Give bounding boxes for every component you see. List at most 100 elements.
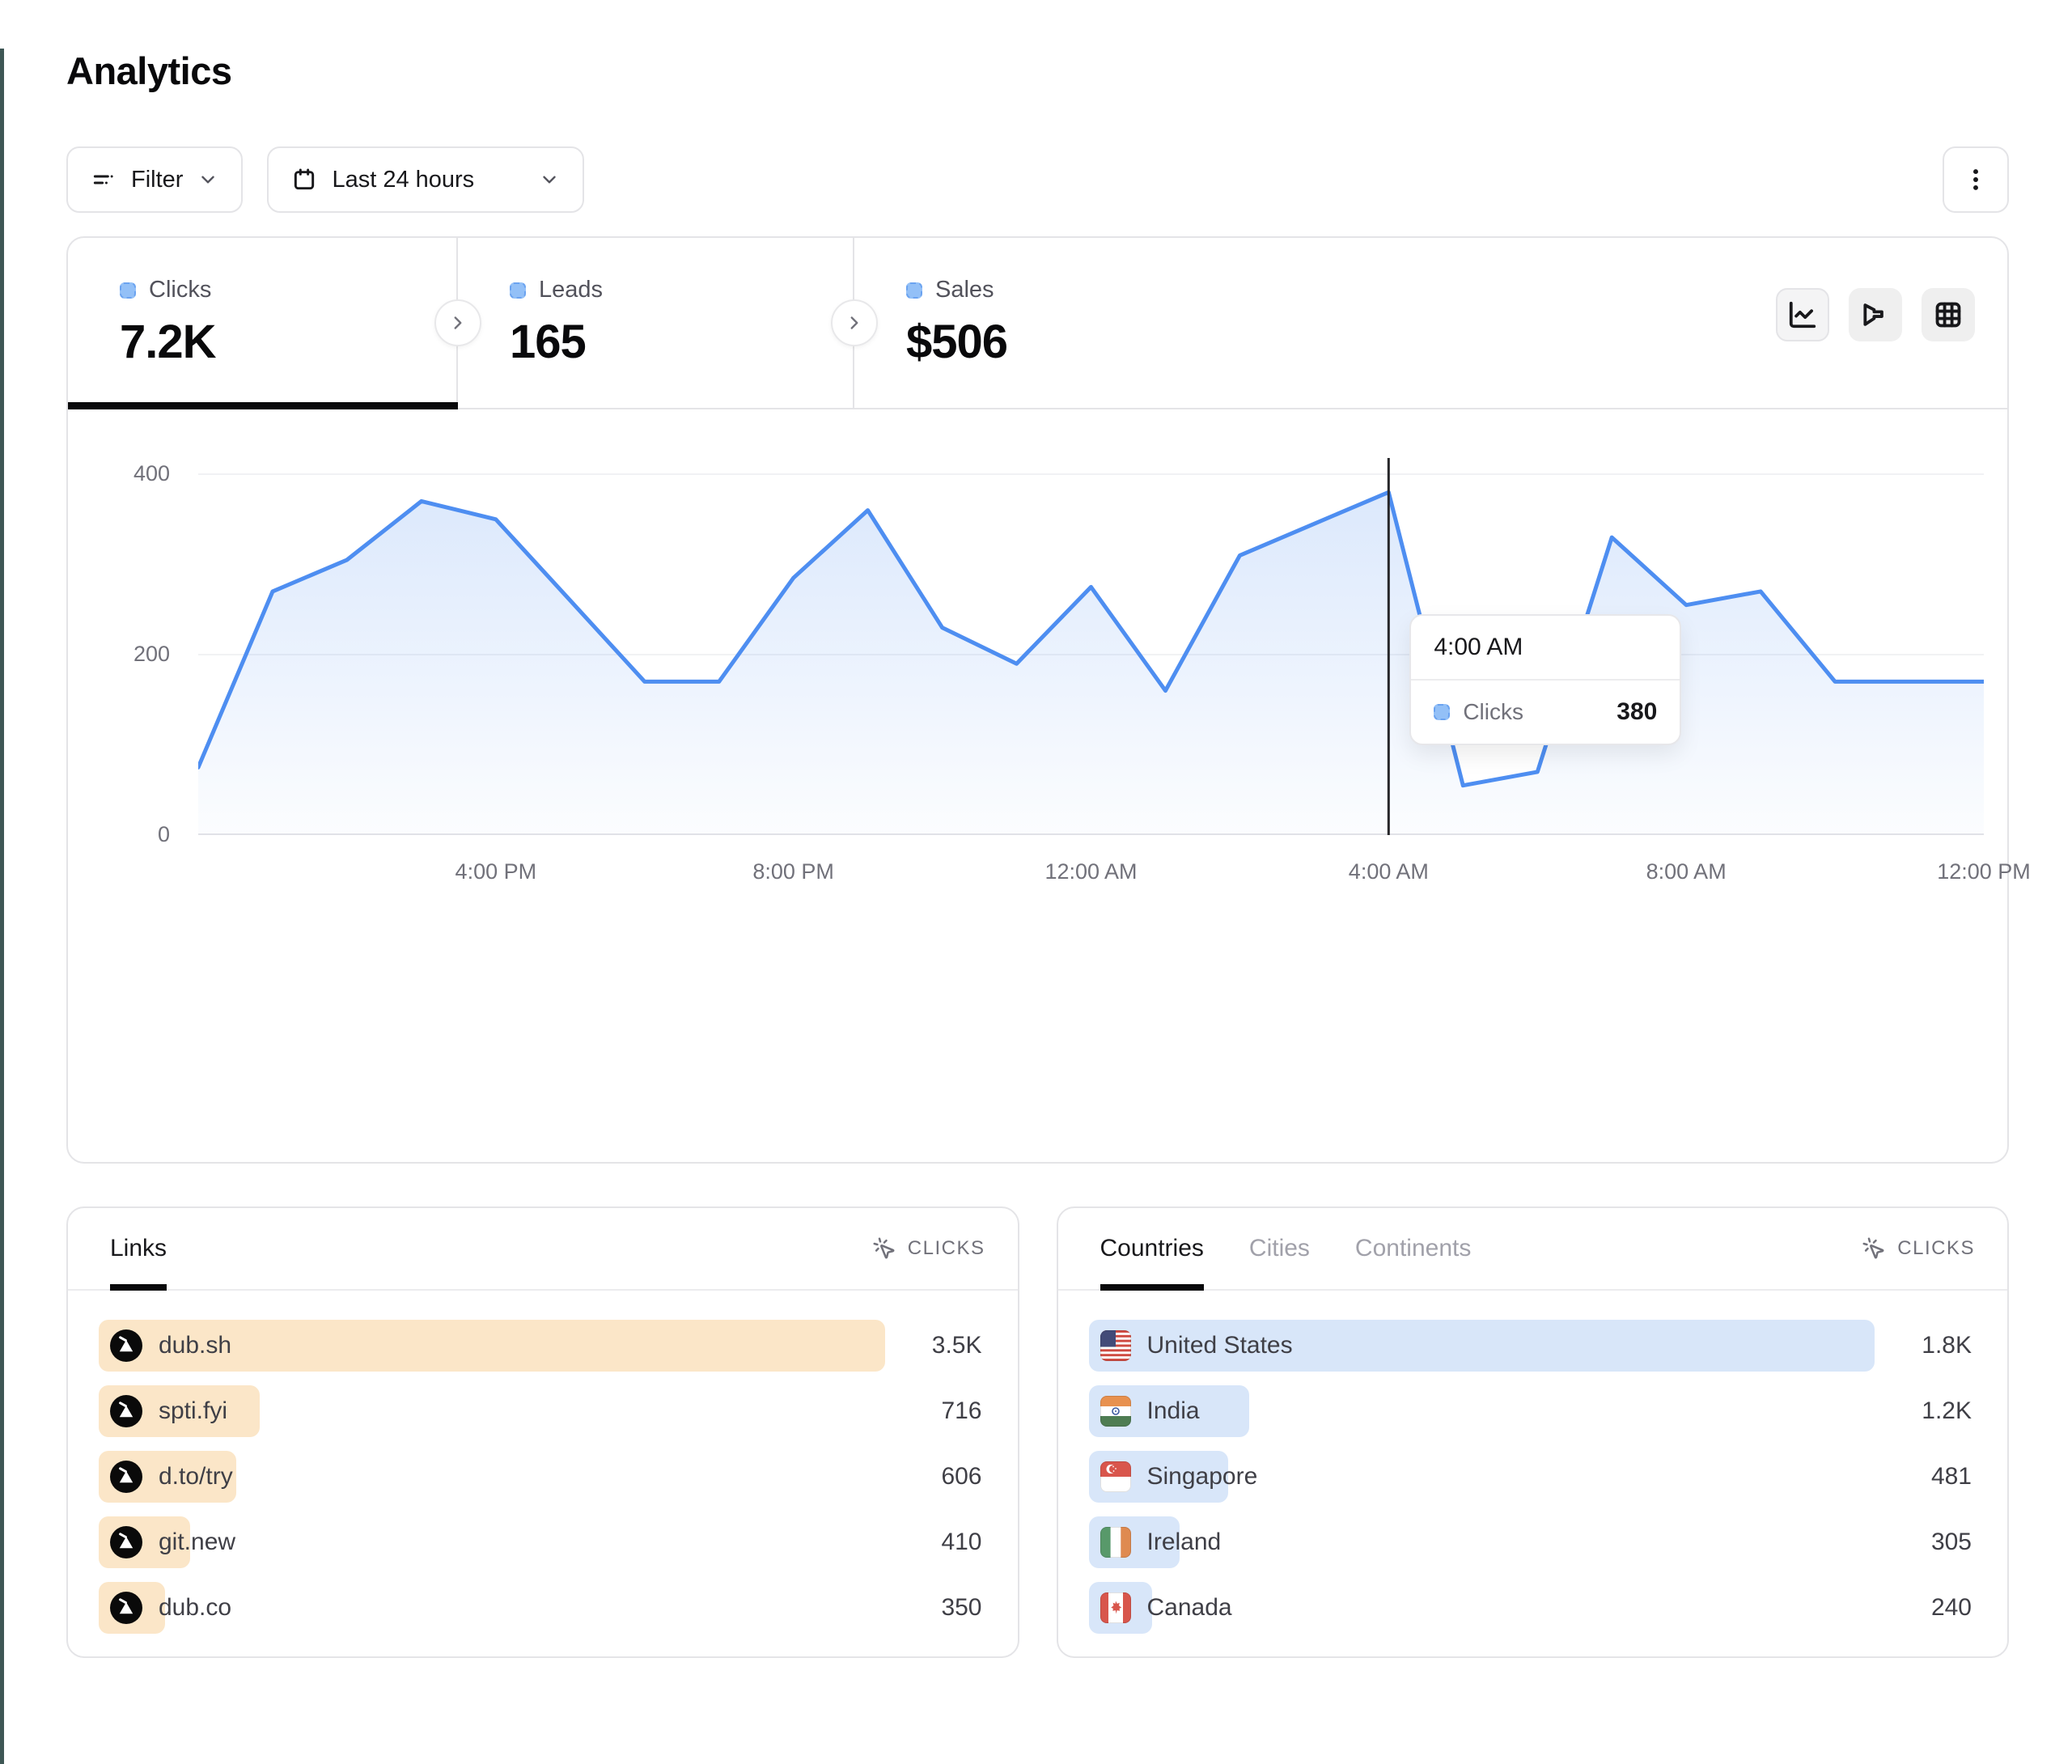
x-tick-label: 12:00 PM <box>1937 859 2031 884</box>
row-content: git.new <box>110 1516 235 1568</box>
row-value: 1.2K <box>1875 1397 1972 1425</box>
row-label: spti.fyi <box>159 1397 227 1425</box>
geo-panel: Countries Cities Continents CLICKS <box>1057 1206 2010 1658</box>
chart-view-switcher <box>1776 288 1975 341</box>
geo-metric-toggle[interactable]: CLICKS <box>1862 1208 1975 1289</box>
tab-clicks[interactable]: Clicks 7.2K <box>68 238 458 408</box>
dub-logo-icon <box>110 1592 142 1624</box>
dub-logo-icon <box>110 1526 142 1558</box>
y-tick-label: 0 <box>89 822 170 847</box>
dub-logo-icon <box>110 1461 142 1493</box>
tooltip-series-label: Clicks <box>1463 699 1523 725</box>
countries-list: United States 1.8K India 1.2K Singapore481… <box>1058 1291 2008 1634</box>
clicks-time-series-chart[interactable]: 0200400 4:00 PM8:00 PM12:00 AM4:00 AM8:0… <box>68 409 2007 1162</box>
country-row[interactable]: Singapore481 <box>1089 1451 1972 1503</box>
chevron-down-icon <box>197 169 218 190</box>
expand-clicks-button[interactable] <box>434 299 481 346</box>
active-tab-underline <box>68 402 458 409</box>
tab-sales[interactable]: Sales $506 <box>854 238 1259 408</box>
row-value: 240 <box>1875 1594 1972 1622</box>
clicks-legend-square <box>120 282 136 299</box>
x-tick-label: 4:00 AM <box>1349 859 1429 884</box>
tab-continents[interactable]: Continents <box>1355 1208 1471 1289</box>
dub-logo-icon <box>110 1395 142 1427</box>
row-content: d.to/try <box>110 1451 233 1503</box>
date-range-button[interactable]: Last 24 hours <box>267 146 584 213</box>
in-flag-icon <box>1100 1396 1131 1427</box>
breakdown-panels: Links CLICKS dub.sh3.5K spti.fyi 716 d.to… <box>66 1206 2009 1658</box>
tab-countries[interactable]: Countries <box>1100 1208 1204 1289</box>
row-label: India <box>1147 1397 1200 1425</box>
row-value: 716 <box>885 1397 982 1425</box>
bar-track: spti.fyi <box>99 1385 885 1437</box>
tab-countries-label: Countries <box>1100 1235 1204 1262</box>
link-row[interactable]: d.to/try 606 <box>99 1451 982 1503</box>
analytics-page: Analytics Filter Last 24 hours <box>0 49 2072 1658</box>
tab-leads[interactable]: Leads 165 <box>458 238 854 408</box>
cursor-click-icon <box>872 1236 896 1261</box>
x-tick-label: 8:00 AM <box>1646 859 1727 884</box>
dub-logo-icon <box>110 1526 142 1558</box>
tab-links[interactable]: Links <box>110 1208 167 1289</box>
y-tick-label: 200 <box>89 642 170 667</box>
line-chart-view-button[interactable] <box>1776 288 1829 341</box>
row-value: 3.5K <box>885 1332 982 1359</box>
country-row[interactable]: India 1.2K <box>1089 1385 1972 1437</box>
tab-continents-label: Continents <box>1355 1235 1471 1262</box>
x-tick-label: 4:00 PM <box>456 859 537 884</box>
row-value: 410 <box>885 1529 982 1556</box>
links-metric-toggle[interactable]: CLICKS <box>872 1208 985 1289</box>
tab-clicks-label: Clicks <box>149 277 211 303</box>
more-menu-button[interactable] <box>1943 146 2009 213</box>
dub-logo-icon <box>110 1329 142 1362</box>
tab-cities[interactable]: Cities <box>1249 1208 1310 1289</box>
bar-track: Ireland <box>1089 1516 1875 1568</box>
link-row[interactable]: spti.fyi 716 <box>99 1385 982 1437</box>
y-tick-label: 400 <box>89 461 170 486</box>
link-row[interactable]: dub.co350 <box>99 1582 982 1634</box>
row-label: d.to/try <box>159 1463 233 1490</box>
link-row[interactable]: git.new 410 <box>99 1516 982 1568</box>
bar-track: India <box>1089 1385 1875 1437</box>
table-grid-icon <box>1933 299 1964 330</box>
chart-tooltip: 4:00 AM Clicks 380 <box>1409 614 1681 745</box>
toolbar: Filter Last 24 hours <box>66 146 2009 213</box>
stats-header: Clicks 7.2K Leads 165 Sales $506 <box>68 238 2007 409</box>
dub-logo-icon <box>110 1395 142 1427</box>
window-edge-strip <box>0 49 4 1764</box>
link-row[interactable]: dub.sh3.5K <box>99 1320 982 1372</box>
country-row[interactable]: Ireland305 <box>1089 1516 1972 1568</box>
dub-logo-icon <box>110 1329 142 1362</box>
row-label: United States <box>1147 1332 1293 1359</box>
x-tick-label: 8:00 PM <box>752 859 834 884</box>
funnel-view-button[interactable] <box>1849 288 1902 341</box>
date-range-label: Last 24 hours <box>332 167 474 193</box>
leads-value: 165 <box>510 315 853 369</box>
bar-track: d.to/try <box>99 1451 885 1503</box>
ca-flag-icon <box>1100 1592 1131 1623</box>
tab-links-label: Links <box>110 1235 167 1262</box>
row-value: 1.8K <box>1875 1332 1972 1359</box>
chevron-right-icon <box>844 312 865 333</box>
tab-cities-label: Cities <box>1249 1235 1310 1262</box>
country-row[interactable]: Canada 240 <box>1089 1582 1972 1634</box>
geo-metric-label: CLICKS <box>1897 1237 1975 1260</box>
geo-panel-header: Countries Cities Continents CLICKS <box>1058 1208 2008 1291</box>
line-chart-icon <box>1787 299 1818 330</box>
country-row[interactable]: United States 1.8K <box>1089 1320 1972 1372</box>
row-content: Canada <box>1100 1582 1232 1634</box>
sales-value: $506 <box>906 315 1259 369</box>
row-label: Ireland <box>1147 1529 1222 1556</box>
filter-button[interactable]: Filter <box>66 146 243 213</box>
tooltip-legend-square <box>1434 704 1450 720</box>
row-value: 606 <box>885 1463 982 1490</box>
table-view-button[interactable] <box>1922 288 1975 341</box>
area-chart-plot[interactable] <box>198 458 1984 835</box>
filter-icon <box>91 167 117 193</box>
row-value: 350 <box>885 1594 982 1622</box>
chevron-right-icon <box>447 312 468 333</box>
links-list: dub.sh3.5K spti.fyi 716 d.to/try 606 git.n… <box>68 1291 1018 1634</box>
cursor-click-icon <box>1862 1236 1886 1261</box>
links-panel-header: Links CLICKS <box>68 1208 1018 1291</box>
expand-leads-button[interactable] <box>831 299 878 346</box>
